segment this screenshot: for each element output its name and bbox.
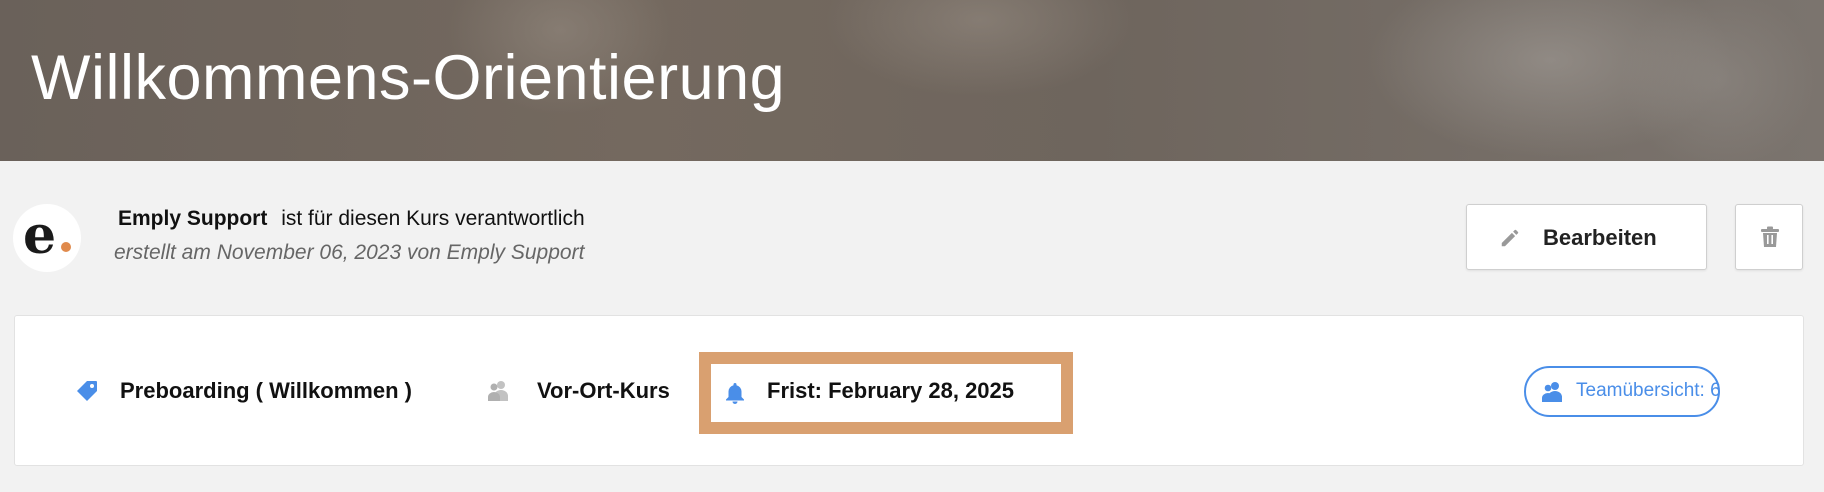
location-type-item: Vor-Ort-Kurs: [486, 378, 670, 404]
category-label: Preboarding ( Willkommen ): [120, 378, 412, 403]
owner-name: Emply Support: [118, 207, 268, 230]
owner-suffix: ist für diesen Kurs verantwortlich: [281, 207, 585, 230]
bell-icon: [726, 383, 744, 404]
users-icon: [488, 381, 508, 401]
avatar: e: [13, 204, 81, 272]
edit-button-label: Bearbeiten: [1543, 225, 1657, 250]
team-overview-label: Teamübersicht: 6: [1576, 380, 1721, 401]
avatar-dot: [61, 242, 71, 252]
deadline-highlight: Frist: February 28, 2025: [699, 352, 1073, 434]
deadline-label: Frist: February 28, 2025: [767, 378, 1015, 403]
avatar-letter: e: [23, 205, 57, 266]
category-item: Preboarding ( Willkommen ): [75, 378, 412, 404]
course-header-banner: Willkommens-Orientierung: [0, 0, 1824, 161]
page-title: Willkommens-Orientierung: [31, 43, 786, 113]
course-owner-line: Emply Support ist für diesen Kurs verant…: [118, 207, 585, 231]
location-type-label: Vor-Ort-Kurs: [537, 378, 670, 403]
tag-icon: [77, 381, 97, 401]
pencil-icon: [1501, 229, 1519, 247]
edit-button[interactable]: Bearbeiten: [1466, 204, 1707, 270]
team-overview-button[interactable]: Teamübersicht: 6: [1524, 366, 1721, 417]
team-icon: [1542, 382, 1562, 402]
delete-button[interactable]: [1735, 204, 1803, 270]
trash-icon: [1761, 226, 1779, 247]
created-info: erstellt am November 06, 2023 von Emply …: [114, 241, 585, 264]
course-info-card: Preboarding ( Willkommen ) Vor-Ort-Kurs …: [14, 315, 1804, 466]
